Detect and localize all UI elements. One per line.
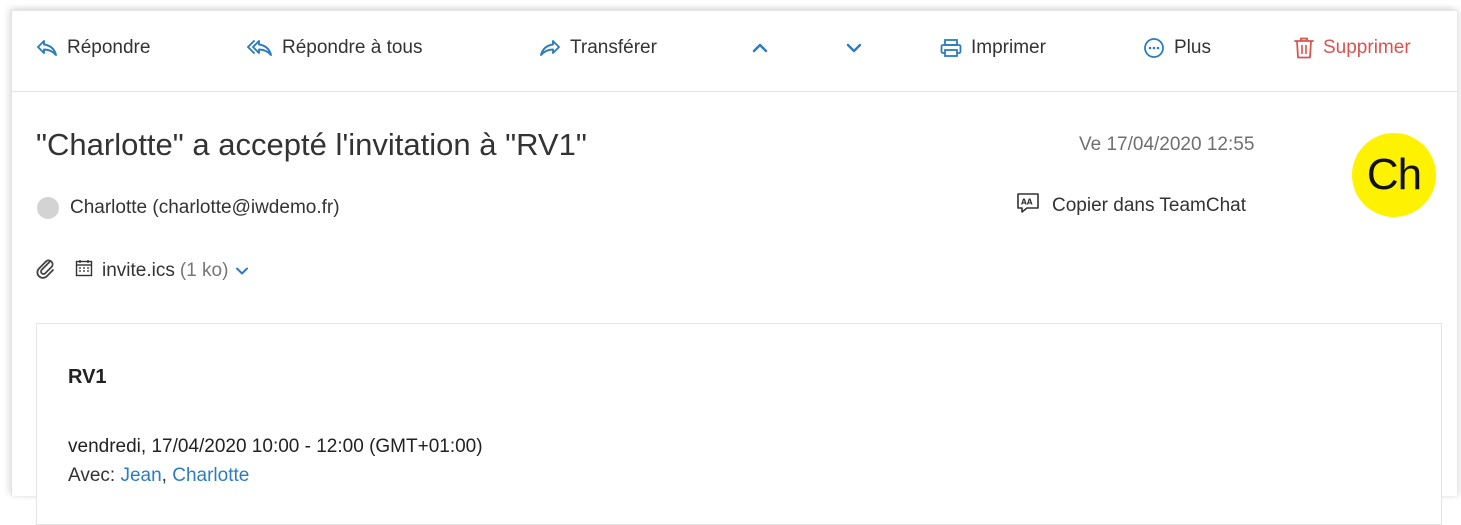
attachment-bar: invite.ics (1 ko) [35,257,249,285]
attendee-link-charlotte[interactable]: Charlotte [172,465,249,486]
forward-button[interactable]: Transférer [539,33,657,63]
message-date: Ve 17/04/2020 12:55 [1079,134,1255,155]
event-title: RV1 [68,366,107,388]
chat-icon: AA [1016,192,1040,220]
next-message-button[interactable] [846,33,862,63]
reply-label: Répondre [67,37,151,58]
sender-address: Charlotte (charlotte@iwdemo.fr) [70,197,340,218]
reply-all-icon [247,39,273,57]
delete-button[interactable]: Supprimer [1294,33,1411,63]
sender[interactable]: Charlotte (charlotte@iwdemo.fr) [37,197,340,219]
paperclip-icon [35,257,57,285]
attendee-link-jean[interactable]: Jean [120,465,161,486]
email-reading-pane: Répondre Répondre à tous Transférer Impr… [11,10,1457,525]
presence-status-icon [37,197,59,219]
attendee-separator: , [161,465,167,486]
chevron-up-icon [752,42,768,54]
print-label: Imprimer [971,37,1046,58]
reply-all-button[interactable]: Répondre à tous [247,33,423,63]
previous-message-button[interactable] [752,33,768,63]
chevron-down-icon [846,42,862,54]
copy-teamchat-button[interactable]: AA Copier dans TeamChat [1016,192,1246,220]
forward-label: Transférer [570,37,657,58]
reply-icon [36,39,58,57]
avatar-initials: Ch [1366,150,1422,199]
attachment-size: (1 ko) [179,260,229,281]
svg-text:AA: AA [1021,198,1033,207]
delete-label: Supprimer [1323,37,1411,58]
message-toolbar: Répondre Répondre à tous Transférer Impr… [12,11,1457,92]
event-attendees: Avec: Jean, Charlotte [68,465,249,487]
reply-button[interactable]: Répondre [36,33,150,63]
attachment-item[interactable]: invite.ics [75,259,175,283]
forward-icon [539,39,561,57]
calendar-file-icon [75,259,93,283]
reply-all-label: Répondre à tous [282,37,423,58]
message-subject: "Charlotte" a accepté l'invitation à "RV… [36,127,587,162]
more-icon [1143,37,1165,59]
attachment-name: invite.ics [102,260,175,281]
copy-teamchat-label: Copier dans TeamChat [1052,195,1246,216]
print-button[interactable]: Imprimer [940,33,1046,63]
more-label: Plus [1174,37,1211,58]
chevron-down-icon[interactable] [235,266,249,276]
avatar[interactable]: Ch [1352,133,1436,217]
more-button[interactable]: Plus [1143,33,1211,63]
attendees-label: Avec: [68,465,116,486]
event-time: vendredi, 17/04/2020 10:00 - 12:00 (GMT+… [68,436,483,457]
trash-icon [1294,37,1314,59]
printer-icon [940,38,962,58]
